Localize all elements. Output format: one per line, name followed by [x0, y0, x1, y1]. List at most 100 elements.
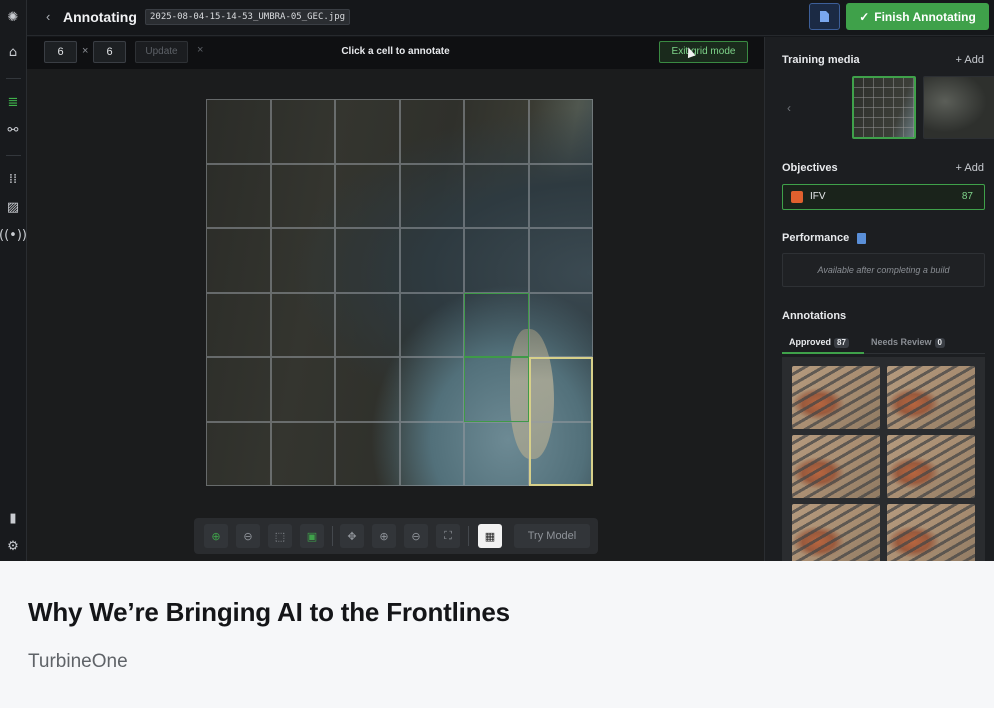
tab-label: Needs Review [871, 337, 932, 347]
objective-count: 87 [961, 191, 973, 202]
finish-annotating-button[interactable]: ✓ Finish Annotating [846, 3, 989, 30]
palette-divider [332, 526, 333, 546]
exit-grid-mode-button[interactable]: Exit grid mode [659, 41, 748, 63]
chevron-left-icon[interactable]: ‹ [787, 101, 791, 115]
grid-cell[interactable] [464, 292, 529, 357]
annotation-gallery [782, 357, 985, 561]
zoom-out-icon[interactable]: ⊖ [404, 524, 428, 548]
objective-item[interactable]: IFV 87 [782, 184, 985, 210]
grid-cell[interactable] [528, 228, 593, 293]
article-card[interactable]: Why We’re Bringing AI to the Frontlines … [0, 561, 994, 708]
grid-hint: Click a cell to annotate [341, 46, 450, 57]
remove-icon[interactable]: ⊖ [236, 524, 260, 548]
grid-toolbar: 6 × 6 Update × Click a cell to annotate … [27, 37, 764, 69]
settings-icon[interactable]: ⚙ [4, 537, 22, 555]
broadcast-icon[interactable]: ((•)) [0, 226, 27, 244]
apps-grid-icon[interactable]: ⁞⁞ [4, 170, 22, 188]
grid-cell[interactable] [206, 228, 271, 293]
finish-annotating-label: Finish Annotating [874, 9, 976, 24]
highlighted-grid-cell[interactable] [464, 357, 529, 422]
grid-cell[interactable] [270, 99, 335, 164]
document-button[interactable] [809, 3, 840, 30]
grid-cell[interactable] [335, 357, 400, 422]
annotation-thumbnail[interactable] [887, 504, 975, 561]
back-chevron-icon[interactable]: ‹ [46, 9, 50, 24]
grid-cell[interactable] [270, 357, 335, 422]
try-model-button[interactable]: Try Model [514, 524, 590, 548]
objective-color-swatch [791, 191, 803, 203]
grid-cell[interactable] [335, 292, 400, 357]
workflow-icon[interactable]: ⚯ [4, 121, 22, 139]
annotation-thumbnail[interactable] [792, 366, 880, 429]
page-title: Annotating [63, 9, 137, 25]
home-icon[interactable]: ⌂ [4, 43, 22, 61]
grid-cell[interactable] [464, 228, 529, 293]
rail-divider [6, 78, 21, 79]
image-icon[interactable]: ▣ [300, 524, 324, 548]
selected-grid-cell[interactable] [528, 357, 593, 486]
annotation-thumbnail[interactable] [887, 366, 975, 429]
count-badge: 87 [834, 338, 849, 348]
grid-cell[interactable] [399, 357, 464, 422]
grid-icon[interactable]: ▦ [478, 524, 502, 548]
palette-divider [468, 526, 469, 546]
annotations-title: Annotations [782, 310, 847, 322]
grid-cell[interactable] [335, 421, 400, 486]
annotation-thumbnail[interactable] [887, 435, 975, 498]
grid-cell[interactable] [464, 99, 529, 164]
grid-cell[interactable] [399, 292, 464, 357]
gallery-icon[interactable]: ▨ [4, 198, 22, 216]
grid-cell[interactable] [335, 99, 400, 164]
rail-divider [6, 155, 21, 156]
grid-cell[interactable] [399, 421, 464, 486]
grid-cell[interactable] [335, 228, 400, 293]
objective-name: IFV [810, 191, 826, 202]
annotation-thumbnail[interactable] [792, 435, 880, 498]
grid-cell[interactable] [335, 163, 400, 228]
grid-cell[interactable] [206, 99, 271, 164]
zoom-in-icon[interactable]: ⊕ [372, 524, 396, 548]
grid-cell[interactable] [270, 163, 335, 228]
add-objective-button[interactable]: + Add [956, 162, 984, 174]
grid-cell[interactable] [206, 163, 271, 228]
grid-cell[interactable] [464, 421, 529, 486]
add-training-media-button[interactable]: + Add [956, 54, 984, 66]
grid-cell[interactable] [399, 99, 464, 164]
grid-cell[interactable] [206, 357, 271, 422]
annotation-thumbnail[interactable] [792, 504, 880, 561]
logo-icon[interactable]: ✺ [4, 8, 22, 26]
box-icon[interactable]: ⬚ [268, 524, 292, 548]
media-thumbnail[interactable] [923, 76, 994, 139]
grid-cell[interactable] [206, 292, 271, 357]
document-icon [820, 11, 829, 22]
media-thumbnail[interactable] [852, 76, 916, 139]
document-icon[interactable]: ▮ [4, 509, 22, 527]
datasets-icon[interactable]: ≣ [4, 93, 22, 111]
training-media-title: Training media [782, 54, 860, 66]
tab-approved[interactable]: Approved 87 [789, 337, 849, 348]
objectives-title: Objectives [782, 162, 838, 174]
article-source: TurbineOne [28, 651, 128, 672]
grid-cell[interactable] [528, 163, 593, 228]
article-title[interactable]: Why We’re Bringing AI to the Frontlines [28, 597, 510, 628]
grid-cell[interactable] [399, 228, 464, 293]
add-icon[interactable]: ⊕ [204, 524, 228, 548]
grid-cell[interactable] [270, 228, 335, 293]
grid-cell[interactable] [528, 292, 593, 357]
grid-cell[interactable] [206, 421, 271, 486]
grid-cell[interactable] [464, 163, 529, 228]
image-canvas [27, 69, 764, 561]
right-panel: Training media + Add ‹ Objectives + Add … [764, 37, 994, 561]
grid-cell[interactable] [270, 421, 335, 486]
fit-icon[interactable]: ⛶ [436, 524, 460, 548]
grid-cell[interactable] [270, 292, 335, 357]
grid-cell[interactable] [528, 99, 593, 164]
check-icon: ✓ [859, 9, 870, 24]
count-badge: 0 [934, 338, 945, 348]
performance-placeholder: Available after completing a build [782, 253, 985, 287]
tab-needs-review[interactable]: Needs Review 0 [871, 337, 945, 348]
top-bar: ‹ Annotating 2025-08-04-15-14-53_UMBRA-0… [27, 0, 994, 36]
move-icon[interactable]: ✥ [340, 524, 364, 548]
grid-cell[interactable] [399, 163, 464, 228]
filename-badge: 2025-08-04-15-14-53_UMBRA-05_GEC.jpg [145, 9, 351, 25]
